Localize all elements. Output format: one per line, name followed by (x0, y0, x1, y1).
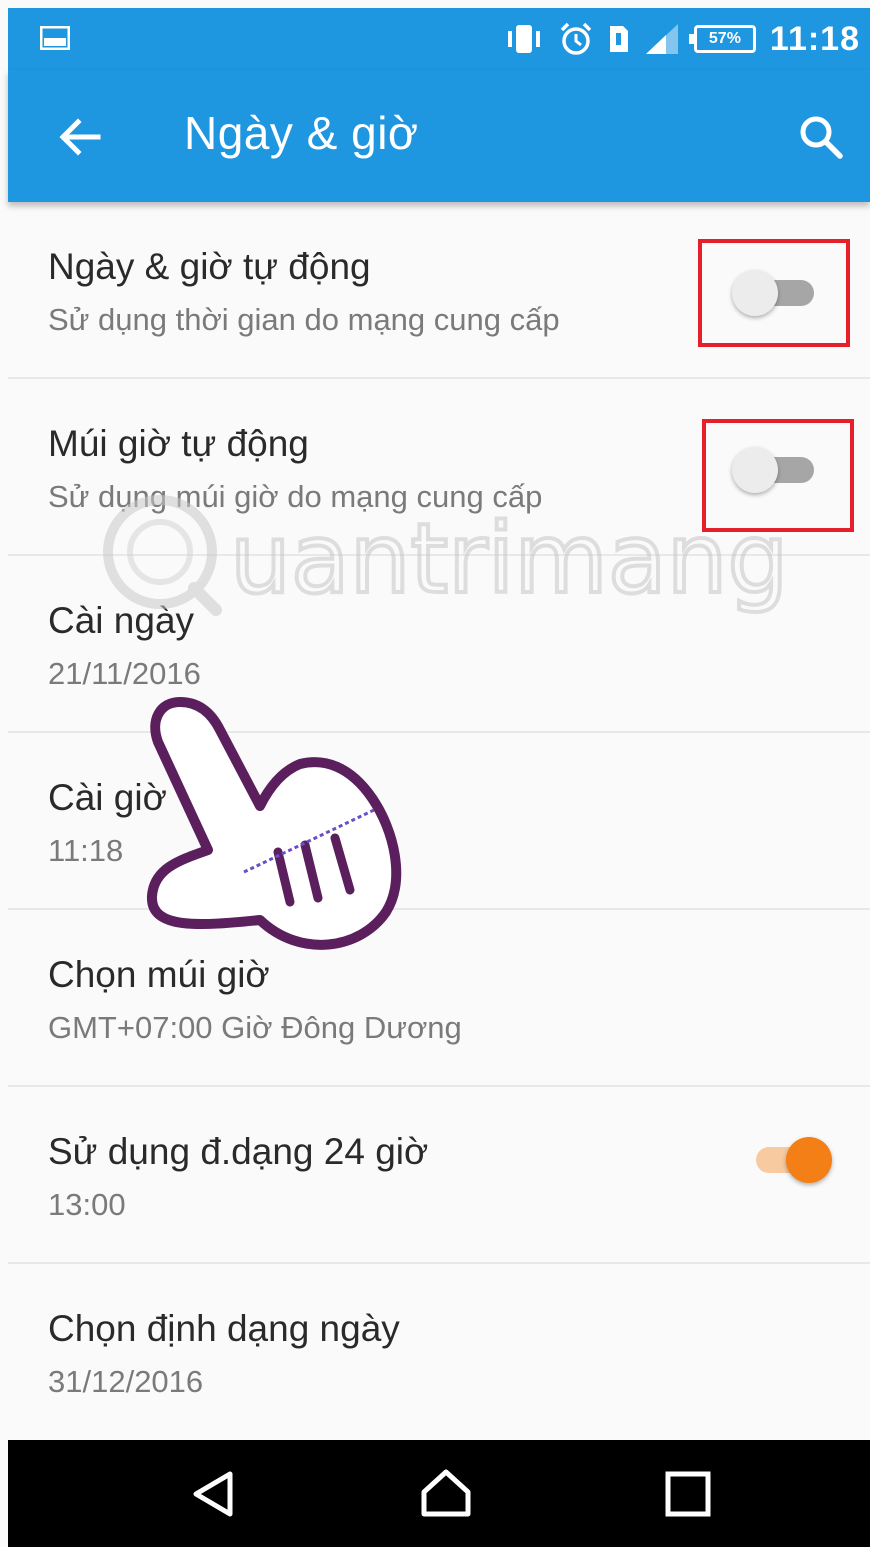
nav-back-icon[interactable] (184, 1464, 244, 1524)
setting-title: Cài ngày (48, 600, 195, 641)
auto-date-time-toggle[interactable] (732, 266, 818, 318)
setting-select-timezone[interactable]: Chọn múi giờ GMT+07:00 Giờ Đông Dương (8, 910, 870, 1087)
page-title: Ngày & giờ (184, 107, 419, 159)
setting-set-date[interactable]: Cài ngày 21/11/2016 (8, 556, 870, 733)
setting-title: Ngày & giờ tự động (48, 246, 371, 287)
status-icons: 57% 11:18 (504, 16, 860, 62)
setting-subtitle: 11:18 (48, 833, 124, 868)
setting-title: Sử dụng đ.dạng 24 giờ (48, 1131, 429, 1172)
setting-subtitle: 21/11/2016 (48, 656, 201, 691)
status-bar: 57% 11:18 (8, 8, 870, 70)
signal-icon (645, 24, 678, 54)
alarm-icon (560, 22, 592, 55)
battery-icon: 57% (688, 25, 756, 53)
auto-timezone-toggle[interactable] (732, 443, 818, 495)
vibrate-icon (507, 25, 540, 53)
setting-title: Cài giờ (48, 777, 167, 818)
setting-auto-timezone[interactable]: Múi giờ tự động Sử dụng múi giờ do mạng … (8, 379, 870, 556)
navigation-bar (8, 1440, 870, 1547)
screen: 57% 11:18 Ngày & giờ Ngày & giờ tự động … (0, 0, 870, 1547)
image-icon (40, 26, 70, 50)
setting-subtitle: 13:00 (48, 1187, 126, 1222)
setting-subtitle: 31/12/2016 (48, 1364, 204, 1399)
setting-title: Chọn định dạng ngày (48, 1308, 400, 1349)
toggle-thumb (732, 270, 778, 316)
settings-list: Ngày & giờ tự động Sử dụng thời gian do … (8, 202, 870, 1441)
nav-home-icon[interactable] (416, 1464, 476, 1524)
sim-icon (609, 26, 628, 52)
toggle-thumb (732, 447, 778, 493)
setting-24-hour-format[interactable]: Sử dụng đ.dạng 24 giờ 13:00 (8, 1087, 870, 1264)
setting-subtitle: Sử dụng thời gian do mạng cung cấp (48, 302, 560, 337)
setting-auto-date-time[interactable]: Ngày & giờ tự động Sử dụng thời gian do … (8, 202, 870, 379)
arrow-back-icon[interactable] (54, 112, 104, 162)
search-icon[interactable] (796, 112, 846, 162)
setting-title: Múi giờ tự động (48, 423, 309, 464)
setting-date-format[interactable]: Chọn định dạng ngày 31/12/2016 (8, 1264, 870, 1441)
24-hour-format-toggle[interactable] (746, 1133, 832, 1185)
status-time: 11:18 (769, 19, 860, 58)
setting-title: Chọn múi giờ (48, 954, 270, 995)
battery-percent: 57% (708, 30, 741, 47)
setting-subtitle: GMT+07:00 Giờ Đông Dương (48, 1010, 462, 1045)
setting-set-time[interactable]: Cài giờ 11:18 (8, 733, 870, 910)
toggle-thumb (786, 1137, 832, 1183)
nav-recents-icon[interactable] (658, 1464, 718, 1524)
setting-subtitle: Sử dụng múi giờ do mạng cung cấp (48, 479, 543, 514)
app-bar: Ngày & giờ (8, 70, 870, 202)
